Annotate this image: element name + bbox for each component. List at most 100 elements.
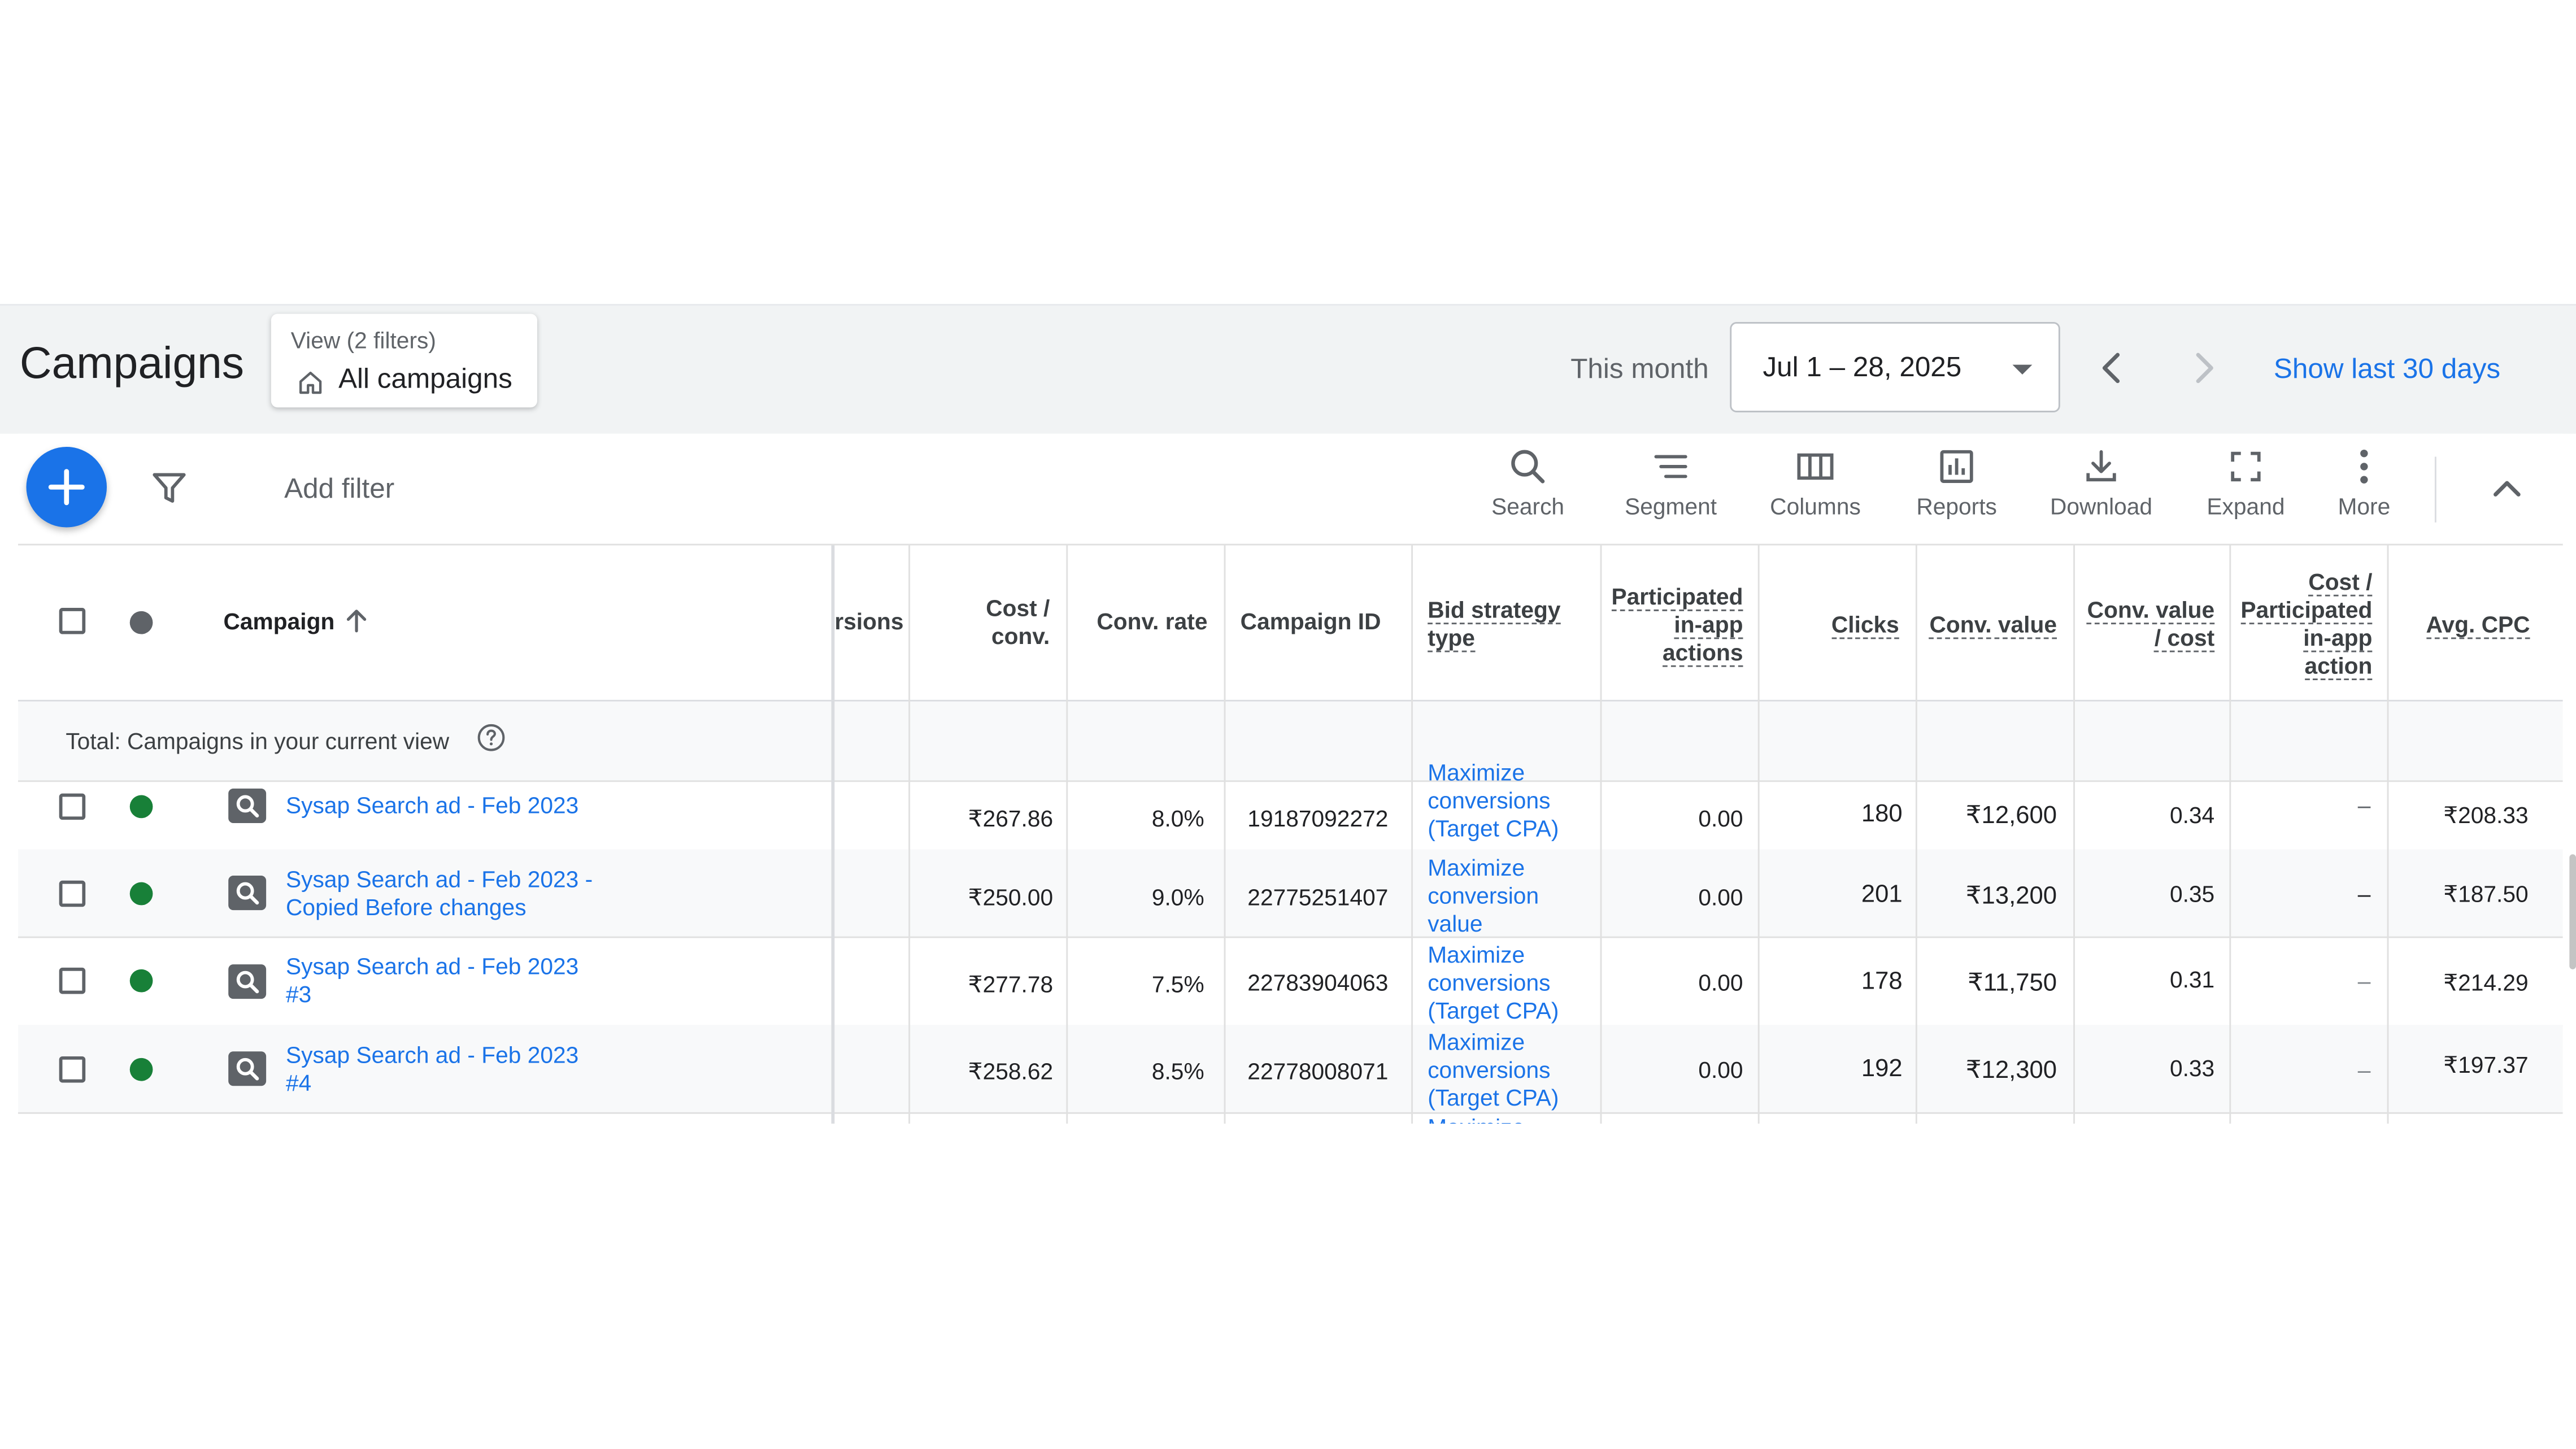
- bid-strategy-line1: Maximize: [1428, 941, 1525, 968]
- table-toolbar: Add filter Search Segment Columns Report…: [18, 433, 2563, 546]
- cost-per-conv-cell: ₹267.86: [968, 804, 1054, 832]
- add-filter-input[interactable]: Add filter: [284, 473, 394, 506]
- conv-rate-cell: 9.0%: [1151, 884, 1204, 911]
- reports-icon: [1940, 450, 1973, 483]
- cost-per-conv-column-header[interactable]: Cost / conv.: [913, 595, 1050, 651]
- participated-header-line1: Participated: [1611, 583, 1743, 611]
- expand-button[interactable]: Expand: [2200, 447, 2292, 519]
- clicks-cell: 192: [1861, 1055, 1903, 1083]
- chevron-up-icon[interactable]: [2491, 473, 2523, 506]
- cost-per-conv-cell: ₹258.62: [968, 1058, 1054, 1085]
- conv-value-column-header[interactable]: Conv. value: [1917, 611, 2057, 639]
- plus-icon: [48, 469, 85, 506]
- conv-rate-column-header[interactable]: Conv. rate: [1069, 608, 1207, 636]
- table-header-row: Campaign rsions Cost / conv. Conv. rate …: [18, 545, 2563, 702]
- conversions-column-header[interactable]: rsions: [834, 608, 903, 636]
- cost-participated-header-line2: Participated: [2240, 596, 2373, 625]
- columns-icon: [1797, 453, 1834, 480]
- column-divider: [2073, 545, 2075, 1124]
- row-checkbox[interactable]: [59, 1056, 86, 1083]
- table-row[interactable]: Sysap Search ad - Feb 2023 #3 ₹277.78 7.…: [18, 938, 2563, 1027]
- bid-strategy-line2: conversions: [1428, 1056, 1551, 1083]
- bid-strategy-header-line1: Bid strategy: [1428, 596, 1561, 625]
- chevron-left-icon[interactable]: [2095, 350, 2127, 386]
- row-checkbox[interactable]: [59, 880, 86, 907]
- status-enabled-dot[interactable]: [129, 1058, 153, 1081]
- arrow-up-icon[interactable]: [345, 608, 368, 634]
- campaign-name-link[interactable]: Sysap Search ad - Feb 2023: [286, 792, 664, 820]
- view-selector[interactable]: View (2 filters) All campaigns: [271, 314, 537, 408]
- filter-icon[interactable]: [151, 470, 188, 506]
- table-row[interactable]: Sysap Search ad - Feb 2023 - Copied Befo…: [18, 849, 2563, 938]
- bid-strategy-cell[interactable]: Maximize conversions (Target CPA): [1428, 759, 1559, 843]
- row-checkbox[interactable]: [59, 793, 86, 820]
- bid-strategy-line3: (Target CPA): [1428, 815, 1559, 841]
- campaign-name-line1: Sysap Search ad - Feb 2023: [286, 1041, 579, 1068]
- column-divider: [1600, 545, 1602, 1124]
- columns-button[interactable]: Columns: [1763, 447, 1868, 519]
- campaign-name-link[interactable]: Sysap Search ad - Feb 2023 - Copied Befo…: [286, 866, 664, 922]
- vertical-scrollbar[interactable]: [2569, 854, 2576, 969]
- column-divider: [1066, 545, 1068, 1124]
- clicks-column-header[interactable]: Clicks: [1760, 611, 1899, 639]
- download-button[interactable]: Download: [2042, 447, 2160, 519]
- cost-per-participated-cell: –: [2357, 791, 2371, 819]
- status-header-dot[interactable]: [129, 611, 153, 634]
- select-all-checkbox[interactable]: [59, 608, 86, 634]
- participated-actions-column-header[interactable]: Participated in-app actions: [1605, 583, 1743, 667]
- avg-cpc-header-label: Avg. CPC: [2426, 611, 2530, 639]
- reports-button[interactable]: Reports: [1907, 447, 2005, 519]
- cost-per-participated-cell: –: [2357, 1056, 2371, 1083]
- create-button[interactable]: [26, 447, 107, 528]
- cost-per-participated-column-header[interactable]: Cost / Participated in-app action: [2233, 568, 2373, 680]
- download-icon: [2086, 450, 2116, 482]
- more-button[interactable]: More: [2328, 447, 2400, 519]
- avg-cpc-cell: ₹214.29: [2443, 969, 2529, 996]
- toolbar-divider: [2434, 456, 2436, 523]
- bid-strategy-column-header[interactable]: Bid strategy type: [1428, 596, 1561, 652]
- status-enabled-dot[interactable]: [129, 795, 153, 819]
- cost-participated-header-line4: action: [2304, 652, 2373, 680]
- participated-actions-cell: 0.00: [1698, 804, 1743, 832]
- campaign-name-link[interactable]: Sysap Search ad - Feb 2023 #4: [286, 1042, 664, 1098]
- campaign-column-header[interactable]: Campaign: [224, 608, 335, 634]
- date-range-picker[interactable]: Jul 1 – 28, 2025: [1730, 321, 2060, 412]
- campaign-name-link[interactable]: Sysap Search ad - Feb 2023 #3: [286, 953, 664, 1009]
- row-checkbox[interactable]: [59, 967, 86, 994]
- show-last-30-days-link[interactable]: Show last 30 days: [2274, 353, 2500, 386]
- bid-strategy-line2: conversion: [1428, 882, 1539, 909]
- download-label: Download: [2050, 493, 2153, 519]
- status-enabled-dot[interactable]: [129, 969, 153, 993]
- home-icon: [299, 371, 322, 394]
- chevron-right-icon[interactable]: [2188, 350, 2221, 386]
- conv-value-cost-header-line1: Conv. value: [2087, 596, 2215, 625]
- columns-label: Columns: [1770, 493, 1861, 519]
- conv-value-cell: ₹11,750: [1968, 969, 2057, 998]
- help-icon[interactable]: [476, 723, 506, 752]
- bid-strategy-cell[interactable]: Maximize conversions (Target CPA): [1428, 1029, 1559, 1112]
- search-campaign-icon: [228, 876, 267, 911]
- status-enabled-dot[interactable]: [129, 882, 153, 906]
- bid-strategy-cell[interactable]: Maximize conversions (Target CPA): [1428, 941, 1559, 1025]
- clicks-cell: 201: [1861, 880, 1903, 909]
- conv-value-cell: ₹12,600: [1965, 802, 2057, 830]
- bid-strategy-cell[interactable]: Maximize conversion value: [1428, 854, 1539, 938]
- campaign-id-cell: 22775251407: [1247, 884, 1389, 911]
- table-row[interactable]: Sysap Search ad - Feb 2023 #4 ₹258.62 8.…: [18, 1025, 2563, 1114]
- campaigns-table: Campaign rsions Cost / conv. Conv. rate …: [18, 545, 2563, 1124]
- conv-value-per-cost-column-header[interactable]: Conv. value / cost: [2075, 596, 2215, 652]
- campaign-name-line2: #4: [286, 1069, 312, 1096]
- avg-cpc-cell: ₹208.33: [2443, 802, 2529, 828]
- page-title: Campaigns: [19, 338, 245, 388]
- segment-button[interactable]: Segment: [1617, 447, 1725, 519]
- column-divider: [2387, 545, 2389, 1124]
- segment-label: Segment: [1625, 493, 1717, 519]
- conv-rate-cell: 8.5%: [1151, 1058, 1204, 1085]
- avg-cpc-column-header[interactable]: Avg. CPC: [2390, 611, 2530, 639]
- pinned-column-divider[interactable]: [831, 545, 835, 1124]
- total-row: Total: Campaigns in your current view: [18, 701, 2563, 782]
- campaign-id-column-header[interactable]: Campaign ID: [1241, 608, 1381, 636]
- search-button[interactable]: Search: [1485, 447, 1570, 519]
- conv-rate-cell: 8.0%: [1151, 804, 1204, 832]
- cost-per-conv-header-line2: conv.: [991, 623, 1050, 649]
